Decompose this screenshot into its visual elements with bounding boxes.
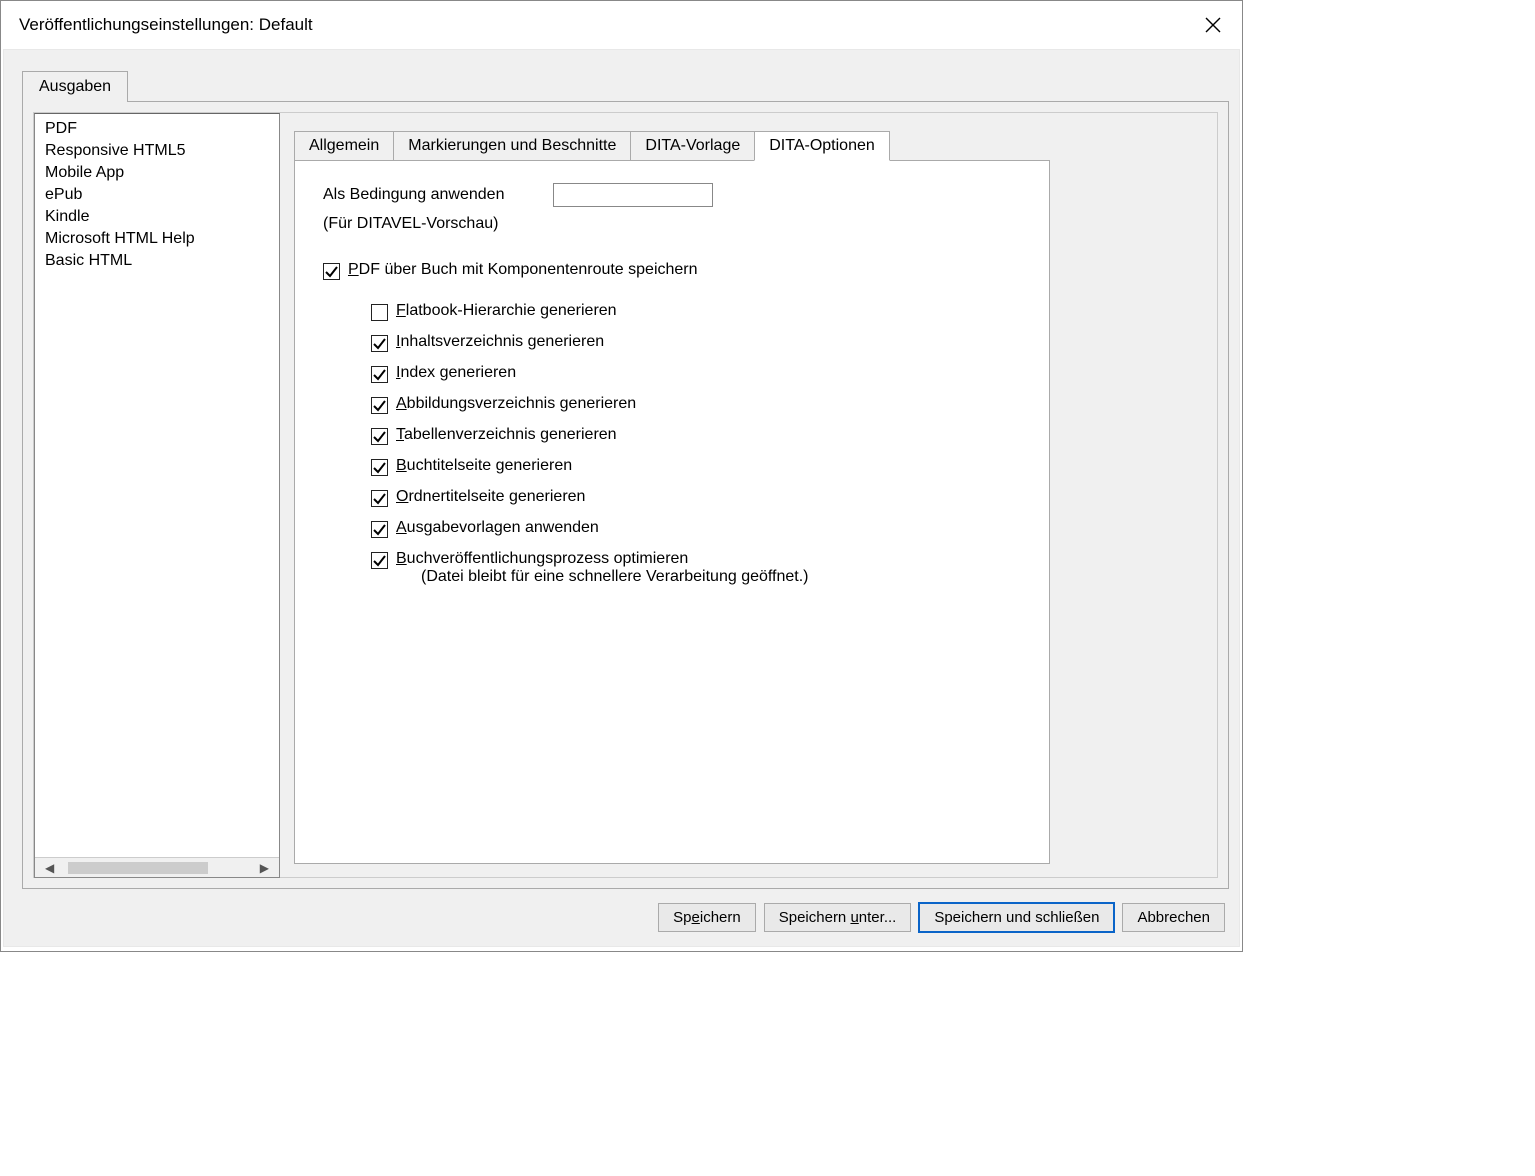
outer-tabs: Ausgaben [4, 50, 1239, 101]
ditavel-note: (Für DITAVEL-Vorschau) [323, 215, 1021, 233]
tab-allgemein[interactable]: Allgemein [294, 131, 394, 161]
checkbox-icon[interactable] [371, 397, 388, 414]
checkbox-opt-2[interactable]: Index generieren [371, 364, 1021, 383]
checkbox-icon[interactable] [371, 304, 388, 321]
format-item-pdf[interactable]: PDF [35, 118, 279, 140]
inner-tabs: AllgemeinMarkierungen und BeschnitteDITA… [294, 131, 1217, 161]
dialog-body: Ausgaben PDFResponsive HTML5Mobile AppeP… [3, 49, 1240, 947]
apply-condition-input[interactable] [553, 183, 713, 207]
checkbox-opt-1[interactable]: Inhaltsverzeichnis generieren [371, 333, 1021, 352]
scroll-left-icon[interactable]: ◀ [39, 861, 60, 875]
checkbox-icon[interactable] [371, 521, 388, 538]
checkbox-opt-4[interactable]: Tabellenverzeichnis generieren [371, 426, 1021, 445]
checkbox-pdf-book[interactable]: PDF über Buch mit Komponentenroute speic… [323, 261, 1021, 280]
dita-optionen-panel: Als Bedingung anwenden (Für DITAVEL-Vors… [294, 160, 1050, 864]
checkbox-icon[interactable] [371, 335, 388, 352]
format-item-microsoft-html-help[interactable]: Microsoft HTML Help [35, 228, 279, 250]
tab-dita-vorlage[interactable]: DITA-Vorlage [630, 131, 755, 161]
checkbox-opt-7[interactable]: Ausgabevorlagen anwenden [371, 519, 1021, 538]
checkbox-opt-3[interactable]: Abbildungsverzeichnis generieren [371, 395, 1021, 414]
tab-ausgaben[interactable]: Ausgaben [22, 71, 128, 102]
checkbox-icon[interactable] [371, 552, 388, 569]
checkbox-opt-8[interactable]: Buchveröffentlichungsprozess optimieren(… [371, 550, 1021, 586]
close-icon[interactable] [1199, 11, 1227, 39]
outer-panel: PDFResponsive HTML5Mobile AppePubKindleM… [22, 101, 1229, 889]
tab-markierungen-und-beschnitte[interactable]: Markierungen und Beschnitte [393, 131, 631, 161]
dialog-buttons: Speichern Speichern unter... Speichern u… [658, 903, 1225, 932]
format-item-kindle[interactable]: Kindle [35, 206, 279, 228]
checkbox-icon[interactable] [371, 459, 388, 476]
checkbox-icon[interactable] [323, 263, 340, 280]
cancel-button[interactable]: Abbrechen [1122, 903, 1225, 932]
scroll-right-icon[interactable]: ▶ [254, 861, 275, 875]
checkbox-icon[interactable] [371, 490, 388, 507]
tab-dita-optionen[interactable]: DITA-Optionen [754, 131, 890, 161]
checkbox-opt-0[interactable]: Flatbook-Hierarchie generieren [371, 302, 1021, 321]
window-title: Veröffentlichungseinstellungen: Default [19, 15, 313, 35]
format-item-responsive-html5[interactable]: Responsive HTML5 [35, 140, 279, 162]
apply-condition-label: Als Bedingung anwenden [323, 186, 553, 204]
titlebar: Veröffentlichungseinstellungen: Default [1, 1, 1242, 49]
checkbox-icon[interactable] [371, 428, 388, 445]
checkbox-icon[interactable] [371, 366, 388, 383]
horizontal-scrollbar[interactable]: ◀ ▶ [35, 857, 279, 877]
format-item-epub[interactable]: ePub [35, 184, 279, 206]
checkbox-opt-6[interactable]: Ordnertitelseite generieren [371, 488, 1021, 507]
checkbox-opt-5[interactable]: Buchtitelseite generieren [371, 457, 1021, 476]
format-item-basic-html[interactable]: Basic HTML [35, 250, 279, 272]
format-item-mobile-app[interactable]: Mobile App [35, 162, 279, 184]
save-as-button[interactable]: Speichern unter... [764, 903, 912, 932]
right-pane: AllgemeinMarkierungen und BeschnitteDITA… [280, 113, 1217, 877]
save-button[interactable]: Speichern [658, 903, 756, 932]
scroll-thumb[interactable] [68, 862, 208, 874]
format-list: PDFResponsive HTML5Mobile AppePubKindleM… [34, 113, 280, 878]
save-close-button[interactable]: Speichern und schließen [919, 903, 1114, 932]
